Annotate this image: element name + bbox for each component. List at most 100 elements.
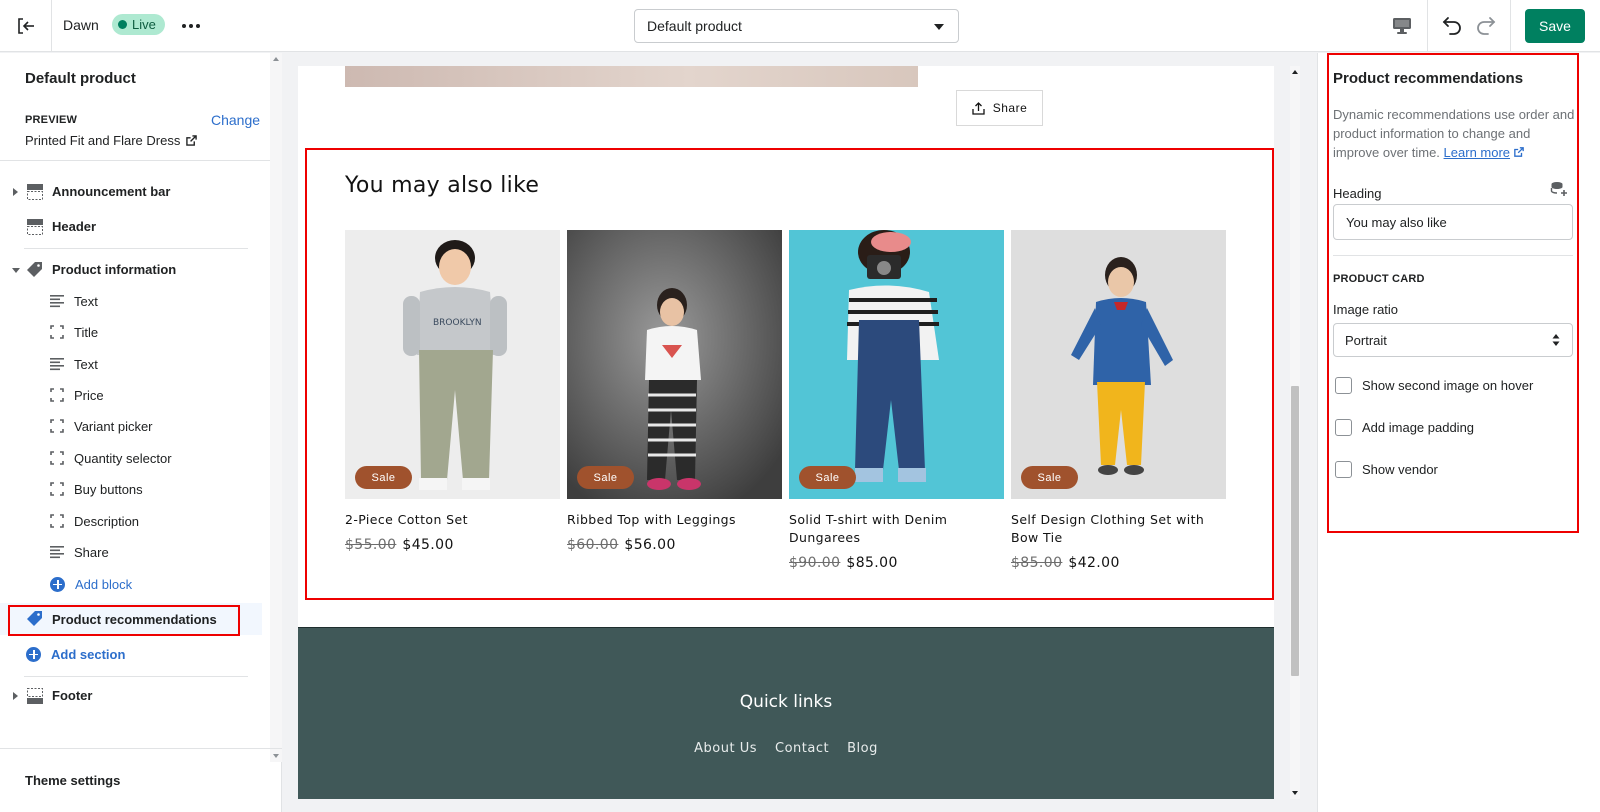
theme-name: Dawn	[63, 17, 99, 33]
footer-link-about[interactable]: About Us	[694, 741, 757, 756]
block-label: Title	[74, 325, 99, 340]
template-select[interactable]: Default product	[634, 9, 959, 43]
divider	[24, 676, 248, 677]
show-vendor-checkbox[interactable]: Show vendor	[1335, 459, 1438, 479]
block-text[interactable]: Text	[48, 353, 258, 377]
scroll-up-icon	[1292, 70, 1298, 74]
block-label: Text	[74, 357, 98, 372]
section-label: Announcement bar	[52, 184, 171, 199]
image-ratio-value: Portrait	[1345, 332, 1387, 348]
chevron-right-icon	[13, 692, 18, 700]
change-preview-link[interactable]: Change	[211, 112, 260, 128]
sidebar-scrollbar[interactable]	[270, 53, 282, 762]
section-label: Header	[52, 219, 97, 234]
caret-down-icon	[934, 24, 944, 30]
block-variant-picker[interactable]: Variant picker	[48, 415, 258, 439]
block-corners-icon	[50, 451, 64, 465]
product-card-label: PRODUCT CARD	[1333, 273, 1425, 285]
share-button[interactable]: Share	[956, 90, 1043, 126]
text-lines-icon	[50, 546, 64, 559]
toolbar-divider	[1510, 0, 1511, 52]
image-ratio-label: Image ratio	[1333, 302, 1399, 317]
heading-input-value: You may also like	[1346, 214, 1447, 230]
toolbar-divider	[1427, 0, 1428, 52]
heading-input[interactable]: You may also like	[1333, 204, 1573, 240]
block-quantity-selector[interactable]: Quantity selector	[48, 447, 258, 471]
tag-icon	[27, 262, 42, 277]
checkbox-label: Show second image on hover	[1362, 377, 1534, 393]
more-actions-button[interactable]	[180, 16, 202, 36]
learn-more-label: Learn more	[1443, 145, 1511, 160]
save-button[interactable]: Save	[1525, 9, 1585, 43]
exit-button[interactable]	[0, 0, 52, 52]
block-corners-icon	[50, 514, 64, 528]
footer-link-blog[interactable]: Blog	[847, 741, 878, 756]
preview-product-name: Printed Fit and Flare Dress	[25, 133, 181, 148]
template-select-value: Default product	[647, 18, 742, 34]
show-second-image-checkbox[interactable]: Show second image on hover	[1335, 375, 1533, 395]
section-header[interactable]: Header	[0, 212, 262, 242]
preview-scrollbar[interactable]	[1290, 66, 1300, 799]
block-title[interactable]: Title	[48, 321, 258, 345]
block-description[interactable]: Description	[48, 510, 258, 534]
checkbox-box[interactable]	[1335, 418, 1352, 436]
live-status-badge: Live	[112, 14, 165, 35]
section-icon	[27, 688, 43, 704]
checkbox-box[interactable]	[1335, 460, 1352, 478]
checkbox-label: Show vendor	[1362, 461, 1438, 477]
live-badge-label: Live	[132, 17, 156, 32]
block-corners-icon	[50, 388, 64, 402]
external-link-icon	[1513, 147, 1524, 157]
external-link-icon	[186, 135, 198, 146]
block-price[interactable]: Price	[48, 384, 258, 408]
desktop-preview-icon[interactable]	[1390, 14, 1414, 38]
preview-product[interactable]: Printed Fit and Flare Dress	[25, 133, 198, 148]
footer-links: About Us Contact Blog	[298, 741, 1274, 756]
section-announcement-bar[interactable]: Announcement bar	[0, 177, 262, 207]
image-ratio-select[interactable]: Portrait	[1333, 323, 1573, 357]
divider	[24, 248, 248, 249]
dot-icon	[182, 24, 186, 28]
block-label: Price	[74, 388, 104, 403]
section-product-information[interactable]: Product information	[0, 255, 262, 285]
selected-section-highlight	[305, 148, 1274, 600]
scrollbar-thumb[interactable]	[1291, 386, 1299, 676]
sections-sidebar: Default product PREVIEW Change Printed F…	[0, 53, 282, 812]
store-footer: Quick links About Us Contact Blog	[298, 627, 1274, 799]
text-lines-icon	[50, 295, 64, 308]
dynamic-source-icon[interactable]	[1550, 181, 1568, 197]
block-label: Variant picker	[74, 419, 153, 434]
undo-icon[interactable]	[1439, 13, 1465, 39]
footer-link-contact[interactable]: Contact	[775, 741, 829, 756]
section-label: Footer	[52, 688, 93, 703]
section-footer[interactable]: Footer	[0, 681, 262, 711]
chevron-down-icon	[12, 268, 20, 273]
heading-label: Heading	[1333, 186, 1382, 201]
learn-more-link[interactable]: Learn more	[1444, 145, 1510, 160]
product-image	[345, 66, 918, 87]
exit-icon	[17, 18, 34, 34]
block-text[interactable]: Text	[48, 290, 258, 314]
settings-title: Product recommendations	[1333, 70, 1524, 87]
share-icon	[972, 101, 985, 115]
block-label: Description	[74, 514, 140, 529]
preview-label: PREVIEW	[25, 114, 78, 126]
plus-circle-icon	[50, 576, 65, 592]
block-share[interactable]: Share	[48, 541, 258, 565]
theme-settings-label: Theme settings	[25, 773, 121, 788]
sidebar-title: Default product	[25, 70, 136, 87]
add-block-button[interactable]: Add block	[50, 572, 132, 596]
live-dot-icon	[118, 20, 127, 29]
select-arrows-icon	[1552, 334, 1560, 346]
redo-icon[interactable]	[1473, 13, 1499, 39]
theme-settings-button[interactable]: Theme settings	[0, 748, 282, 812]
add-section-button[interactable]: Add section	[26, 642, 125, 666]
checkbox-box[interactable]	[1335, 376, 1352, 394]
add-image-padding-checkbox[interactable]: Add image padding	[1335, 417, 1474, 437]
settings-description: Dynamic recommendations use order and pr…	[1333, 105, 1578, 162]
share-label: Share	[992, 101, 1028, 115]
plus-circle-icon	[26, 646, 41, 662]
block-buy-buttons[interactable]: Buy buttons	[48, 478, 258, 502]
divider	[1333, 255, 1573, 256]
top-bar: Dawn Live Default product Save	[0, 0, 1600, 52]
